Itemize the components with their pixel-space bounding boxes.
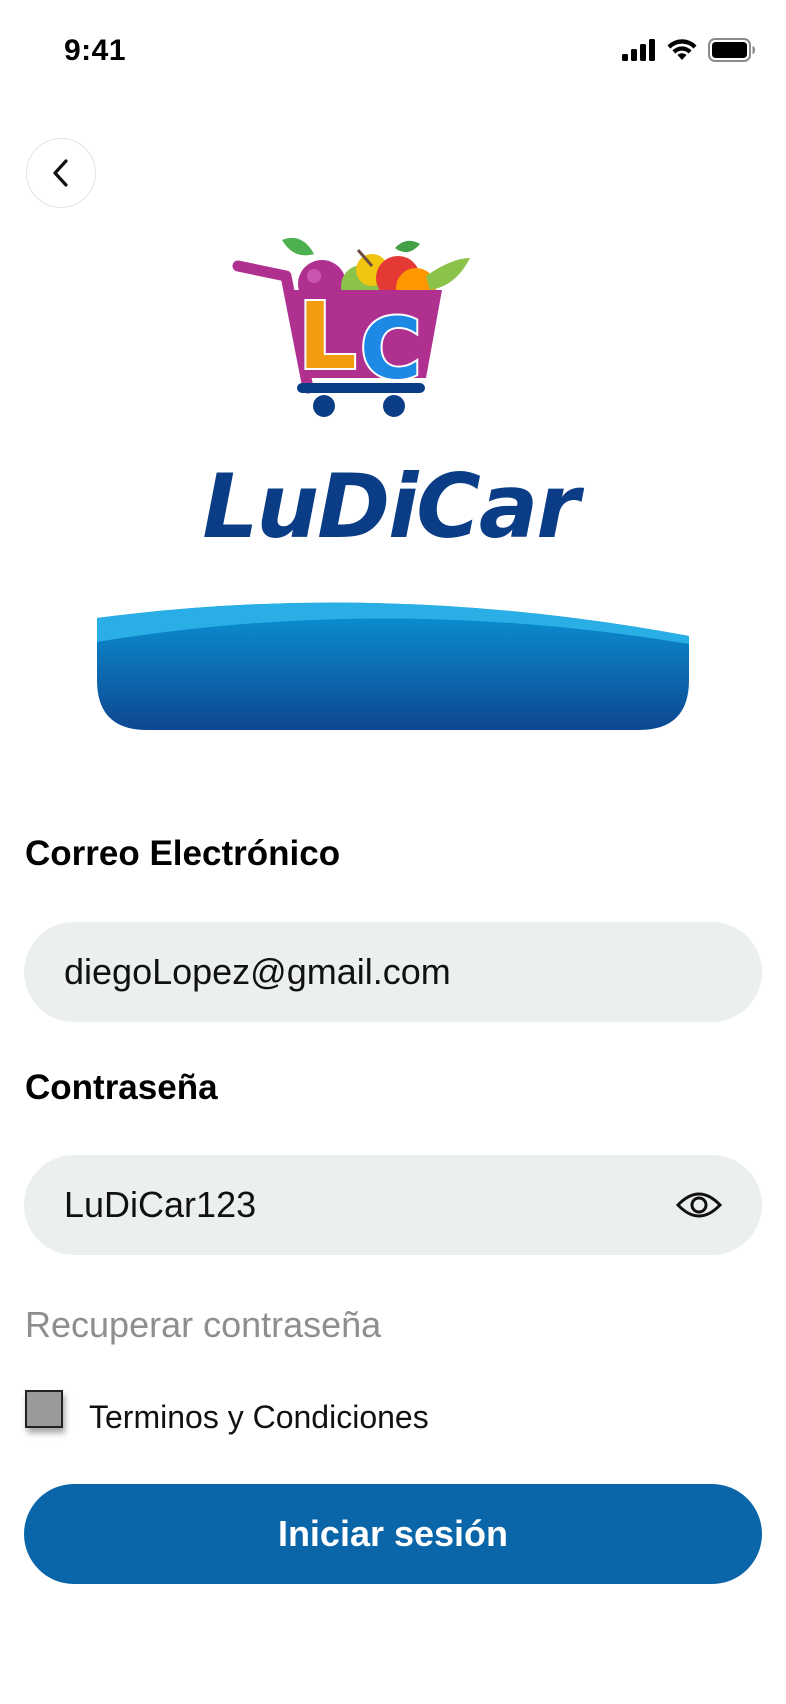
login-button[interactable]: Iniciar sesión xyxy=(24,1484,762,1584)
terms-label[interactable]: Terminos y Condiciones xyxy=(89,1399,429,1436)
status-time: 9:41 xyxy=(64,34,127,67)
status-icons xyxy=(622,38,756,62)
email-field-container xyxy=(24,922,762,1022)
logo-monogram-c: C xyxy=(360,300,422,398)
email-label: Correo Electrónico xyxy=(25,834,341,873)
battery-icon xyxy=(708,38,755,62)
email-field[interactable] xyxy=(64,922,664,1022)
header-wave xyxy=(97,602,689,730)
password-field[interactable] xyxy=(64,1155,664,1255)
password-label: Contraseña xyxy=(25,1068,218,1107)
recover-password-link[interactable]: Recuperar contraseña xyxy=(25,1304,381,1346)
brand-name: LuDiCar xyxy=(202,455,579,558)
logo-monogram-l: L xyxy=(298,283,357,390)
chevron-left-icon xyxy=(53,159,68,187)
signal-icon xyxy=(622,39,655,61)
back-button[interactable] xyxy=(26,138,96,208)
eye-icon[interactable] xyxy=(676,1185,722,1225)
terms-checkbox[interactable] xyxy=(25,1390,63,1428)
password-field-container xyxy=(24,1155,762,1255)
wifi-icon xyxy=(667,39,697,60)
